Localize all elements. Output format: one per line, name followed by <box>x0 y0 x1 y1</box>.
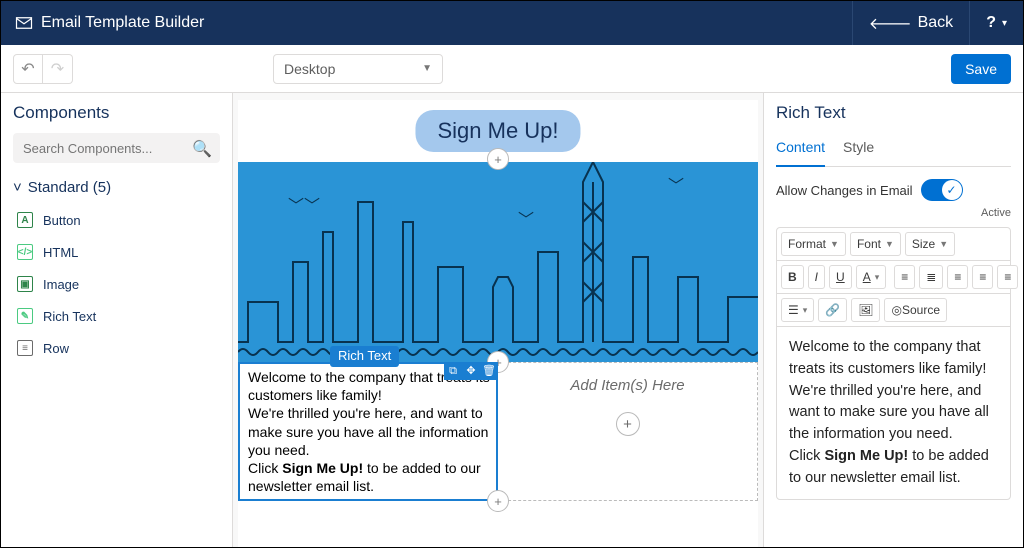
undo-icon: ↶ <box>21 59 34 79</box>
device-dropdown-label: Desktop <box>284 61 335 77</box>
bird-icon: ﹀﹀ <box>288 192 320 216</box>
undo-button[interactable]: ↶ <box>13 54 43 84</box>
chevron-down-icon: ▼ <box>939 239 948 249</box>
back-label: Back <box>918 14 954 32</box>
richtext-line: Click Sign Me Up! to be added to our new… <box>248 459 490 495</box>
format-dropdown[interactable]: Format▼ <box>781 232 846 256</box>
link-button[interactable]: 🔗 <box>818 298 847 322</box>
allow-changes-toggle[interactable]: ✓ <box>921 179 963 201</box>
richtext-icon: ✎ <box>17 308 33 324</box>
component-item-image[interactable]: ▣ Image <box>13 268 220 300</box>
chevron-down-icon: ▼ <box>422 63 432 74</box>
insert-below-button[interactable]: + <box>487 490 509 512</box>
cta-button[interactable]: Sign Me Up! <box>415 110 580 152</box>
chevron-down-icon: ▾ <box>1002 18 1007 29</box>
textcolor-button[interactable]: A▾ <box>856 265 887 289</box>
add-item-button[interactable]: + <box>616 412 640 436</box>
help-button[interactable]: ? ▾ <box>969 1 1023 45</box>
font-dropdown[interactable]: Font▼ <box>850 232 901 256</box>
save-button[interactable]: Save <box>951 54 1011 84</box>
mail-icon <box>15 14 33 32</box>
source-button[interactable]: ◎ Source <box>884 298 947 322</box>
components-title: Components <box>13 103 220 123</box>
bulletlist-button[interactable]: ≣ <box>919 265 943 289</box>
back-button[interactable]: 🡐 Back <box>852 1 969 45</box>
tab-style[interactable]: Style <box>843 133 874 166</box>
app-title-text: Email Template Builder <box>41 14 204 32</box>
bold-button[interactable]: B <box>781 265 804 289</box>
right-panel-title: Rich Text <box>776 103 1011 123</box>
button-icon: A <box>17 212 33 228</box>
image-icon: ▣ <box>17 276 33 292</box>
app-title: Email Template Builder <box>1 14 218 32</box>
component-item-row[interactable]: ≡ Row <box>13 332 220 364</box>
rte-paragraph: Click Sign Me Up! to be added to our new… <box>789 446 998 490</box>
component-item-button[interactable]: A Button <box>13 204 220 236</box>
toggle-label: Allow Changes in Email <box>776 183 913 198</box>
insert-above-button[interactable]: + <box>487 148 509 170</box>
selection-label: Rich Text <box>330 346 399 367</box>
move-icon[interactable]: ✥ <box>462 362 480 380</box>
help-icon: ? <box>986 14 996 32</box>
copy-icon[interactable]: ⧉ <box>444 362 462 380</box>
component-label: Button <box>43 213 81 228</box>
skyline-image[interactable]: ﹀﹀ ﹀ ﹀ <box>238 162 758 362</box>
underline-button[interactable]: U <box>829 265 852 289</box>
back-arrow-icon: 🡐 <box>869 13 912 34</box>
size-dropdown[interactable]: Size▼ <box>905 232 955 256</box>
component-group-standard[interactable]: ˅ Standard (5) <box>13 179 220 196</box>
block-toolbar: ⧉ ✥ 🗑 <box>444 362 498 380</box>
indent-button[interactable]: ☰▾ <box>781 298 814 322</box>
rte-paragraph: Welcome to the company that treats its c… <box>789 337 998 446</box>
toggle-state: Active <box>776 207 1011 219</box>
tab-content[interactable]: Content <box>776 133 825 167</box>
numlist-button[interactable]: ≡ <box>894 265 915 289</box>
align-center-button[interactable]: ≡ <box>972 265 993 289</box>
html-icon: </> <box>17 244 33 260</box>
component-item-html[interactable]: </> HTML <box>13 236 220 268</box>
rte-editor[interactable]: Welcome to the company that treats its c… <box>777 327 1010 499</box>
component-label: HTML <box>43 245 78 260</box>
redo-button[interactable]: ↷ <box>43 54 73 84</box>
search-icon: 🔍 <box>192 139 212 159</box>
align-right-button[interactable]: ≡ <box>997 265 1018 289</box>
chevron-down-icon: ▼ <box>830 239 839 249</box>
component-label: Image <box>43 277 79 292</box>
check-icon: ✓ <box>942 180 962 200</box>
component-group-label: Standard (5) <box>28 179 111 196</box>
dropzone-label: Add Item(s) Here <box>570 377 684 394</box>
dropzone[interactable]: Add Item(s) Here + <box>498 362 758 501</box>
italic-button[interactable]: I <box>808 265 825 289</box>
redo-icon: ↷ <box>51 59 64 79</box>
search-input[interactable] <box>13 133 220 163</box>
align-left-button[interactable]: ≡ <box>947 265 968 289</box>
chevron-down-icon: ▼ <box>885 239 894 249</box>
image-button[interactable]: 🖼 <box>851 298 880 322</box>
component-item-richtext[interactable]: ✎ Rich Text <box>13 300 220 332</box>
component-label: Row <box>43 341 69 356</box>
bird-icon: ﹀ <box>518 206 534 230</box>
richtext-block[interactable]: Rich Text ⧉ ✥ 🗑 Welcome to the company t… <box>238 362 498 501</box>
bird-icon: ﹀ <box>668 172 684 196</box>
component-label: Rich Text <box>43 309 96 324</box>
delete-icon[interactable]: 🗑 <box>480 362 498 380</box>
chevron-down-icon: ˅ <box>13 179 22 196</box>
row-icon: ≡ <box>17 340 33 356</box>
richtext-line: We're thrilled you're here, and want to … <box>248 404 490 459</box>
device-dropdown[interactable]: Desktop ▼ <box>273 54 443 84</box>
